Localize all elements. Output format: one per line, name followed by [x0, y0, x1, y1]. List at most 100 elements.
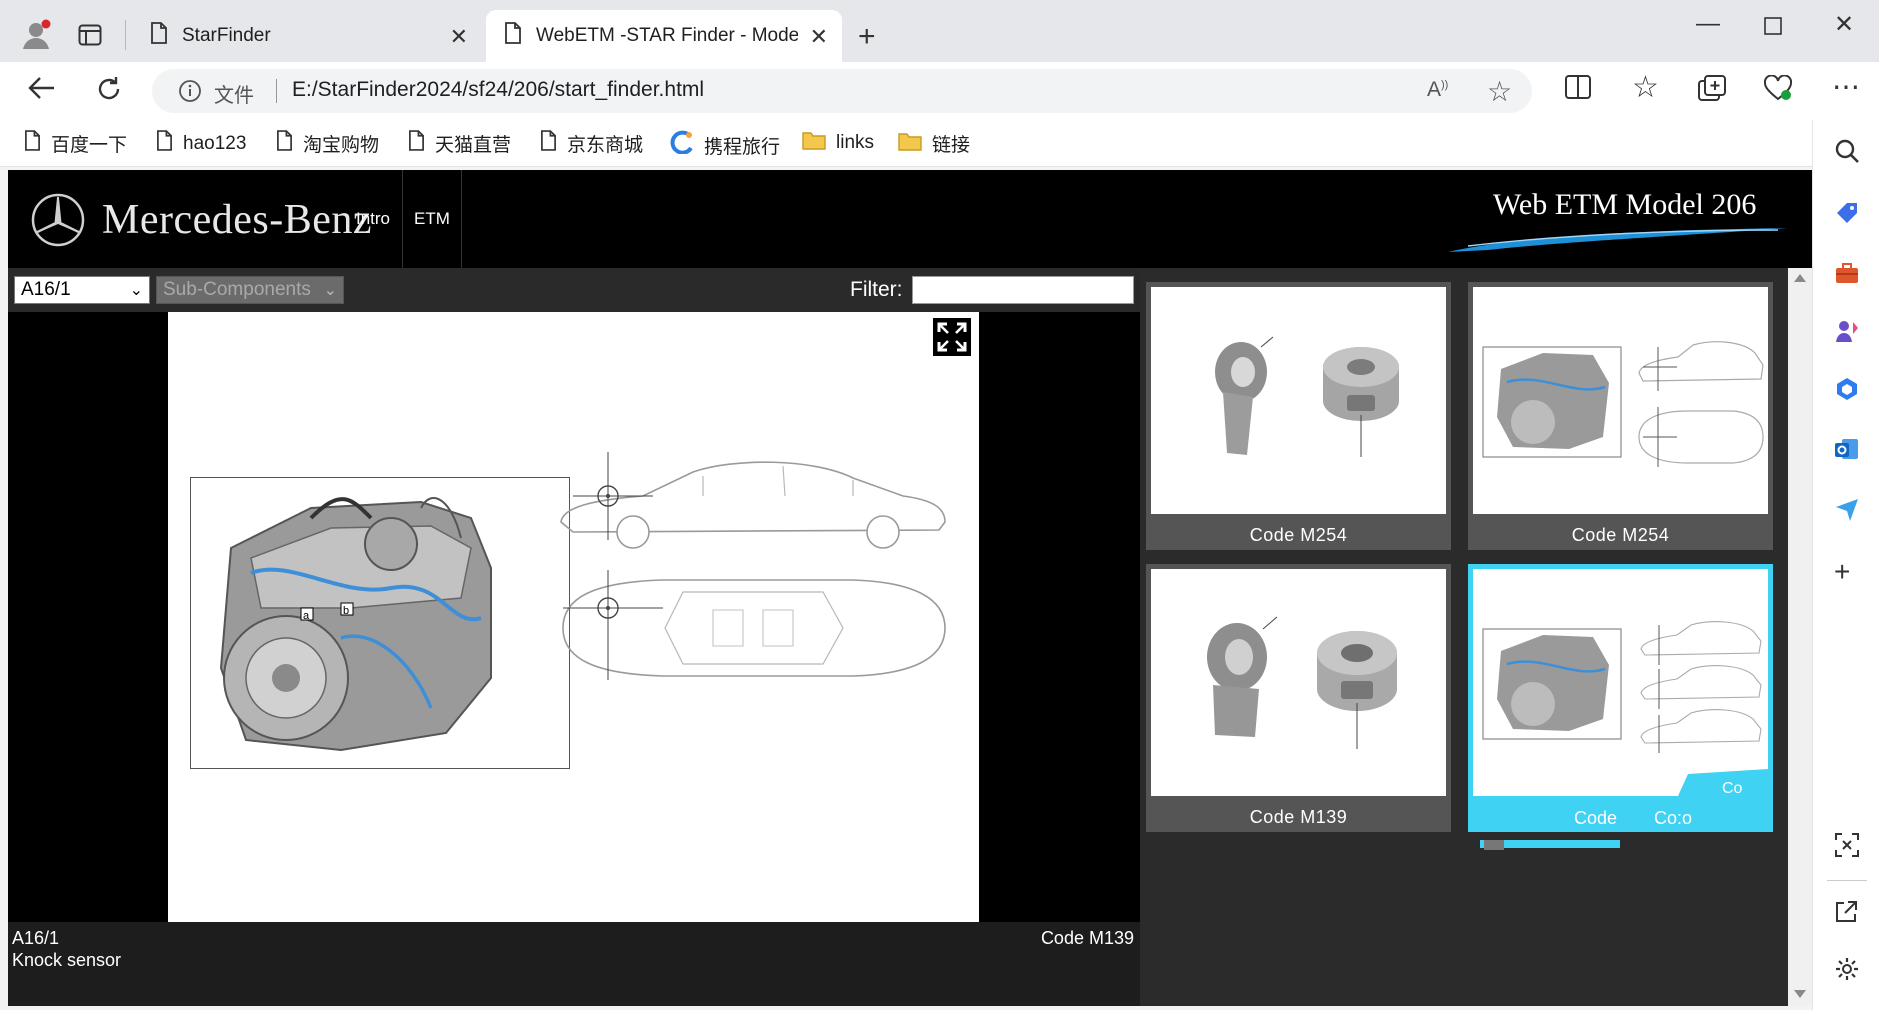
bookmark-item[interactable]: 链接	[898, 130, 970, 157]
new-tab-icon[interactable]: +	[858, 20, 876, 54]
split-screen-icon[interactable]	[1565, 75, 1591, 106]
back-icon[interactable]	[28, 75, 56, 108]
browser-essentials-icon[interactable]	[1763, 74, 1793, 108]
thumbnail-card[interactable]: Code M139	[1146, 564, 1451, 832]
component-id: A16/1	[12, 928, 60, 948]
bookmark-item[interactable]: 京东商城	[540, 130, 643, 157]
location-diagram: a b	[168, 312, 979, 922]
thumbnail-caption-overlap-small: Co	[1722, 780, 1743, 797]
profile-avatar[interactable]	[20, 18, 52, 50]
tab-webetm[interactable]: WebETM -STAR Finder - Model 2 ✕	[486, 10, 842, 62]
tab-title: WebETM -STAR Finder - Model 2	[536, 25, 798, 46]
page-scrollbar[interactable]	[1788, 268, 1812, 1006]
component-select[interactable]: A16/1 ⌄	[14, 276, 150, 304]
folder-icon	[898, 131, 922, 157]
subcomponent-select-value: Sub-Components	[163, 279, 311, 300]
settings-gear-icon[interactable]	[1834, 956, 1860, 989]
close-window-icon[interactable]: ✕	[1834, 10, 1854, 39]
url-separator	[276, 79, 277, 103]
bookmark-label: 京东商城	[567, 135, 644, 156]
shopping-tag-icon[interactable]	[1834, 200, 1860, 233]
tab-actions-icon[interactable]	[78, 24, 102, 46]
tab-starfinder[interactable]: StarFinder ✕	[132, 10, 482, 62]
knock-sensor-thumbnail	[1151, 569, 1446, 796]
title-swoosh	[1448, 224, 1788, 259]
send-icon[interactable]	[1834, 496, 1860, 529]
thumbnail-card-selected[interactable]: Co Code Co:o	[1468, 564, 1773, 832]
bookmark-label: 淘宝购物	[303, 135, 380, 156]
app-header: Mercedes-Benz Intro ETM Web ETM Model 20…	[8, 170, 1812, 268]
scroll-down-icon[interactable]	[1794, 990, 1806, 998]
search-icon[interactable]	[1834, 138, 1860, 171]
tools-icon[interactable]	[1834, 260, 1860, 293]
knock-sensor-thumbnail	[1151, 287, 1446, 514]
page-icon	[408, 130, 425, 157]
location-thumbnail	[1473, 287, 1768, 514]
ctrip-icon	[670, 130, 694, 160]
car-side-view	[553, 452, 953, 552]
site-info-label: 文件	[214, 85, 254, 107]
refresh-icon[interactable]	[95, 75, 123, 110]
copilot-icon[interactable]	[1834, 376, 1860, 409]
chevron-down-icon: ⌄	[129, 282, 143, 299]
favorite-star-icon[interactable]: ☆	[1487, 75, 1512, 108]
engine-illustration: a b	[190, 477, 570, 769]
bookmark-label: 天猫直营	[435, 135, 512, 156]
tab-divider	[125, 20, 126, 50]
info-icon[interactable]	[178, 79, 202, 108]
thumbnail-caption: Code M139	[1249, 807, 1348, 827]
collections-icon[interactable]	[1698, 75, 1726, 108]
thumbnail-caption-overlap: Co:o	[1654, 808, 1693, 828]
navigation-bar: 文件 E:/StarFinder2024/sf24/206/start_find…	[0, 62, 1879, 120]
screenshot-icon[interactable]	[1834, 832, 1860, 865]
car-top-view	[553, 570, 953, 685]
outlook-icon[interactable]	[1834, 436, 1860, 469]
component-code: Code M139	[1040, 928, 1134, 948]
mercedes-star-icon	[30, 192, 86, 253]
thumbnail-caption: Code M254	[1571, 525, 1670, 545]
component-name: Knock sensor	[12, 950, 122, 970]
close-tab-icon[interactable]: ✕	[810, 24, 828, 50]
page-icon	[24, 130, 41, 157]
bookmark-item[interactable]: 天猫直营	[408, 130, 511, 157]
page-icon	[504, 22, 522, 50]
render-glitch-dot	[1484, 840, 1504, 850]
nav-etm[interactable]: ETM	[402, 170, 462, 268]
page-icon	[150, 22, 168, 50]
favorites-icon[interactable]: ☆	[1632, 70, 1659, 105]
more-menu-icon[interactable]: ⋯	[1832, 70, 1860, 103]
thumbnail-card[interactable]: Code M254	[1146, 282, 1451, 550]
tab-strip: StarFinder ✕ WebETM -STAR Finder - Model…	[0, 0, 1879, 62]
component-select-value: A16/1	[21, 279, 71, 300]
subcomponent-select[interactable]: Sub-Components ⌄	[156, 276, 344, 304]
bookmark-item[interactable]: 百度一下	[24, 130, 127, 157]
nav-intro[interactable]: Intro	[344, 170, 403, 268]
filter-input[interactable]	[912, 276, 1134, 304]
close-tab-icon[interactable]: ✕	[450, 24, 468, 50]
maximize-icon[interactable]	[1764, 14, 1782, 42]
bookmark-label: 携程旅行	[704, 136, 781, 158]
read-aloud-icon[interactable]: A))	[1427, 78, 1448, 102]
chevron-down-icon: ⌄	[323, 282, 337, 299]
folder-icon	[802, 130, 826, 156]
diagram-label-a: a	[303, 610, 310, 622]
url-text[interactable]: E:/StarFinder2024/sf24/206/start_finder.…	[292, 78, 704, 102]
tab-title: StarFinder	[182, 25, 271, 46]
sidebar-rail: +	[1812, 120, 1879, 1010]
diagram-viewer: a b	[8, 312, 1140, 922]
external-link-icon[interactable]	[1834, 900, 1858, 931]
address-bar[interactable]: 文件 E:/StarFinder2024/sf24/206/start_find…	[152, 69, 1532, 113]
minimize-icon[interactable]: —	[1696, 10, 1720, 38]
bookmark-item[interactable]: 淘宝购物	[276, 130, 379, 157]
bookmark-label: 百度一下	[51, 135, 128, 156]
scroll-up-icon[interactable]	[1794, 274, 1806, 282]
bookmark-label: 链接	[932, 135, 971, 156]
bookmark-item[interactable]: 携程旅行	[670, 130, 780, 160]
fullscreen-icon[interactable]	[933, 318, 971, 356]
thumbnail-card[interactable]: Code M254	[1468, 282, 1773, 550]
bookmark-item[interactable]: hao123	[156, 130, 246, 157]
games-icon[interactable]	[1834, 318, 1860, 351]
bookmark-item[interactable]: links	[802, 130, 874, 156]
bookmark-label: links	[836, 132, 875, 153]
add-sidebar-icon[interactable]: +	[1834, 556, 1850, 588]
